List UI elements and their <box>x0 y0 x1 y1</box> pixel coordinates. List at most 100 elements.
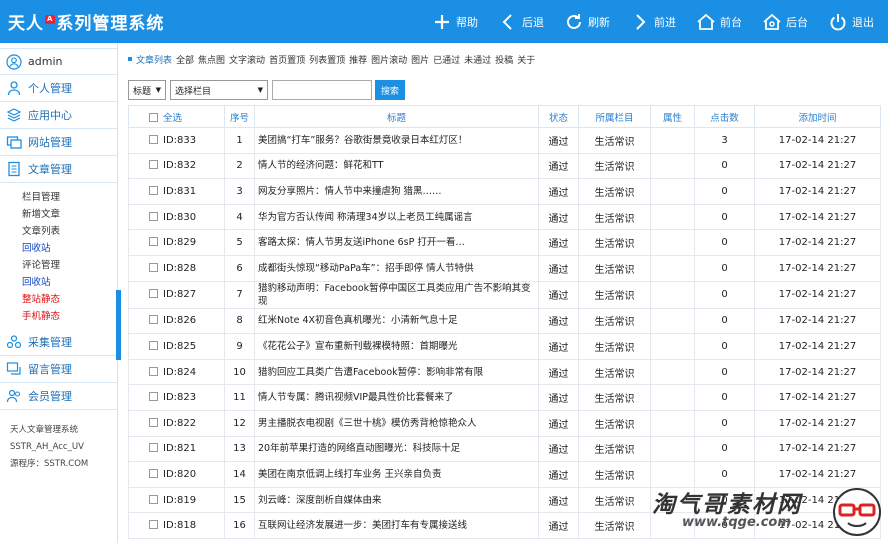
row-status[interactable]: 通过 <box>538 127 579 154</box>
row-status[interactable]: 通过 <box>538 152 579 180</box>
filter-tab[interactable]: 文字滚动 <box>229 53 265 66</box>
row-status[interactable]: 通过 <box>538 307 579 335</box>
row-title-link[interactable]: 成都街头惊现“移动PaPa车”：招手即停 情人节特供 <box>254 254 539 282</box>
row-title-link[interactable]: 《花花公子》宣布重新刊载裸模特照：首期曝光 <box>254 333 539 360</box>
filter-tab[interactable]: 焦点图 <box>198 53 225 66</box>
filter-tab[interactable]: 推荐 <box>349 53 367 66</box>
row-checkbox[interactable] <box>149 468 158 478</box>
row-title-link[interactable]: 20年前苹果打造的网络直动图曝光：科技际十足 <box>254 435 539 463</box>
sidebar-group-message[interactable]: 留言管理 <box>0 356 117 383</box>
row-title-link[interactable]: 猎豹移动声明：Facebook暂停中国区工具类应用广告不影响其变现 <box>254 280 539 309</box>
sidebar-subitem[interactable]: 整站静态 <box>22 291 117 308</box>
sidebar-group-windows[interactable]: 网站管理 <box>0 129 117 156</box>
sidebar-collapse-handle[interactable] <box>116 290 121 360</box>
row-column[interactable]: 生活常识 <box>578 203 651 231</box>
column-header[interactable]: 全选 <box>128 105 225 128</box>
nav-admin-home[interactable]: 后台 <box>762 12 808 32</box>
row-title-link[interactable]: 华为官方否认传闻 称清理34岁以上老员工纯属谣言 <box>254 203 539 231</box>
row-checkbox[interactable] <box>149 237 158 247</box>
filter-tab[interactable]: 图片滚动 <box>371 53 407 66</box>
filter-tab[interactable]: 文章列表 <box>136 53 172 66</box>
row-status[interactable]: 通过 <box>538 409 579 437</box>
row-checkbox[interactable] <box>149 443 158 453</box>
row-title-link[interactable]: 互联网让经济发展进一步：美团打车有专属接送线 <box>254 512 539 539</box>
filter-tab[interactable]: 图片 <box>411 53 429 66</box>
nav-chevron-left[interactable]: 后退 <box>498 12 544 32</box>
sidebar-subitem[interactable]: 手机静态 <box>22 308 117 325</box>
row-title-link[interactable]: 刘云峰：深度剖析自媒体由来 <box>254 486 539 514</box>
sidebar-subitem[interactable]: 评论管理 <box>22 257 117 274</box>
sidebar-group-members[interactable]: 会员管理 <box>0 383 117 410</box>
field-select[interactable]: 标题 ▼ <box>128 80 166 100</box>
row-checkbox[interactable] <box>149 340 158 350</box>
row-column[interactable]: 生活常识 <box>578 409 651 437</box>
row-column[interactable]: 生活常识 <box>578 486 651 514</box>
sidebar-subitem[interactable]: 回收站 <box>22 274 117 291</box>
row-checkbox[interactable] <box>149 289 158 299</box>
row-status[interactable]: 通过 <box>538 486 579 514</box>
search-button[interactable]: 搜索 <box>375 80 406 100</box>
row-checkbox[interactable] <box>149 417 158 427</box>
row-column[interactable]: 生活常识 <box>578 254 651 282</box>
sidebar-subitem[interactable]: 新增文章 <box>22 206 117 223</box>
nav-power[interactable]: 退出 <box>828 12 874 32</box>
sidebar-subitem[interactable]: 文章列表 <box>22 223 117 240</box>
sidebar-group-person[interactable]: 个人管理 <box>0 75 117 102</box>
row-column[interactable]: 生活常识 <box>578 358 651 386</box>
row-status[interactable]: 通过 <box>538 435 579 463</box>
row-status[interactable]: 通过 <box>538 280 579 309</box>
row-column[interactable]: 生活常识 <box>578 127 651 154</box>
row-column[interactable]: 生活常识 <box>578 333 651 360</box>
sidebar-subitem[interactable]: 栏目管理 <box>22 189 117 206</box>
row-column[interactable]: 生活常识 <box>578 307 651 335</box>
row-title-link[interactable]: 红米Note 4X初音色真机曝光：小清新气息十足 <box>254 307 539 335</box>
row-checkbox[interactable] <box>149 185 158 195</box>
row-title-link[interactable]: 美团搞“打车”服务？谷歌街景竟收录日本红灯区！ <box>254 127 539 154</box>
nav-refresh[interactable]: 刷新 <box>564 12 610 32</box>
row-column[interactable]: 生活常识 <box>578 280 651 309</box>
row-title-link[interactable]: 美团在南京低调上线打车业务 王兴亲自负责 <box>254 461 539 488</box>
row-status[interactable]: 通过 <box>538 512 579 539</box>
row-checkbox[interactable] <box>149 520 158 530</box>
filter-tab[interactable]: 投稿 <box>495 53 513 66</box>
filter-tab[interactable]: 已通过 <box>433 53 460 66</box>
row-column[interactable]: 生活常识 <box>578 512 651 539</box>
sidebar-group-document[interactable]: 文章管理 <box>0 156 117 183</box>
row-column[interactable]: 生活常识 <box>578 384 651 411</box>
row-title-link[interactable]: 网友分享照片：情人节中来撞虐狗 猎黑…… <box>254 178 539 205</box>
row-checkbox[interactable] <box>149 494 158 504</box>
row-checkbox[interactable] <box>149 392 158 402</box>
sidebar-subitem[interactable]: 回收站 <box>22 240 117 257</box>
search-input[interactable] <box>272 80 372 100</box>
row-status[interactable]: 通过 <box>538 178 579 205</box>
user-profile[interactable]: admin <box>0 48 117 75</box>
row-column[interactable]: 生活常识 <box>578 152 651 180</box>
row-checkbox[interactable] <box>149 211 158 221</box>
select-all-checkbox[interactable] <box>149 112 158 122</box>
row-title-link[interactable]: 客路太探：情人节男友送iPhone 6sP 打开一看… <box>254 229 539 256</box>
row-checkbox[interactable] <box>149 262 158 272</box>
sidebar-group-collect[interactable]: 采集管理 <box>0 329 117 356</box>
row-status[interactable]: 通过 <box>538 229 579 256</box>
column-select[interactable]: 选择栏目 ▼ <box>170 80 268 100</box>
filter-tab[interactable]: 首页置顶 <box>269 53 305 66</box>
row-column[interactable]: 生活常识 <box>578 178 651 205</box>
row-status[interactable]: 通过 <box>538 203 579 231</box>
row-column[interactable]: 生活常识 <box>578 435 651 463</box>
row-status[interactable]: 通过 <box>538 461 579 488</box>
row-status[interactable]: 通过 <box>538 333 579 360</box>
nav-home[interactable]: 前台 <box>696 12 742 32</box>
filter-tab[interactable]: 全部 <box>176 53 194 66</box>
row-title-link[interactable]: 男主播脱衣电视剧《三世十桃》模仿秀背枪惊艳众人 <box>254 409 539 437</box>
row-title-link[interactable]: 情人节专属：腾讯视频VIP最具性价比套餐来了 <box>254 384 539 411</box>
row-checkbox[interactable] <box>149 366 158 376</box>
nav-plus[interactable]: 帮助 <box>432 12 478 32</box>
filter-tab[interactable]: 列表置顶 <box>309 53 345 66</box>
row-status[interactable]: 通过 <box>538 358 579 386</box>
row-checkbox[interactable] <box>149 134 158 144</box>
row-column[interactable]: 生活常识 <box>578 461 651 488</box>
row-column[interactable]: 生活常识 <box>578 229 651 256</box>
sidebar-group-layers[interactable]: 应用中心 <box>0 102 117 129</box>
filter-tab[interactable]: 未通过 <box>464 53 491 66</box>
nav-chevron-right[interactable]: 前进 <box>630 12 676 32</box>
